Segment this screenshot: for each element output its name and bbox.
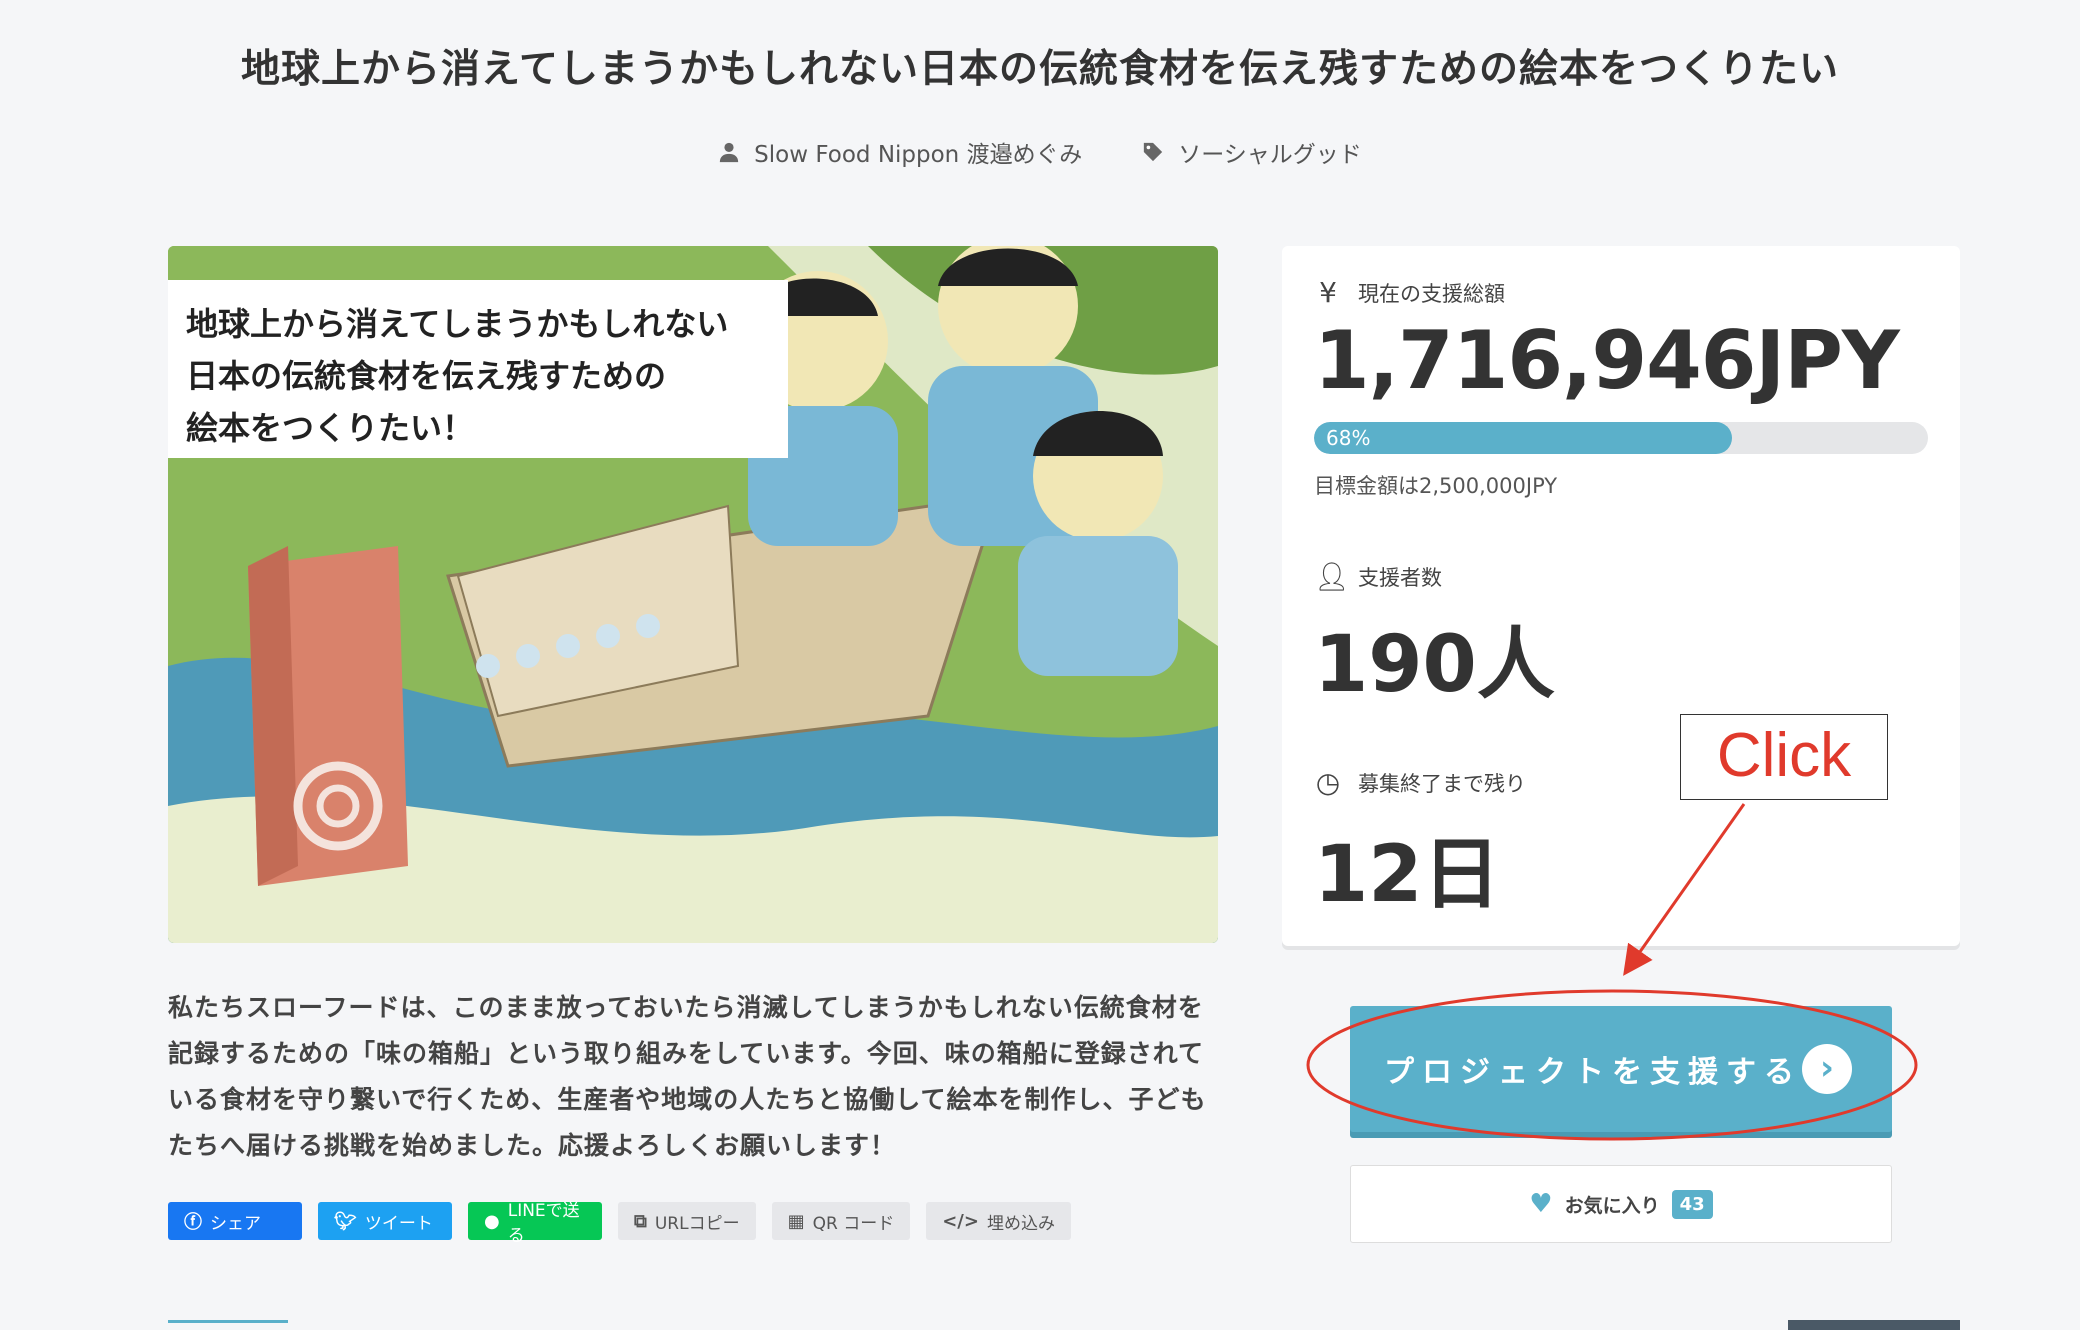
footer-block (1788, 1320, 1960, 1330)
favorite-count-badge: 43 (1671, 1189, 1713, 1219)
qr-code-button[interactable]: ▦ QR コード (771, 1202, 911, 1240)
twitter-icon: 🐦︎ (334, 1210, 357, 1232)
facebook-share-button[interactable]: ⓕ シェア (168, 1202, 302, 1240)
url-copy-label: URLコピー (654, 1213, 740, 1234)
heart-icon: ♥ (1529, 1189, 1553, 1219)
backers-label: 支援者数 (1358, 565, 1442, 590)
progress-fill: 68% (1314, 422, 1732, 454)
embed-button[interactable]: </> 埋め込み (926, 1202, 1071, 1240)
copy-icon: ⧉ (634, 1210, 647, 1232)
amount-value: 1,716,946JPY (1314, 314, 1900, 407)
share-bar: ⓕ シェア 🐦︎ ツイート ● LINEで送る ⧉ URLコピー ▦ QR コー… (168, 1201, 1071, 1246)
amount-label: 現在の支援総額 (1358, 281, 1505, 306)
project-meta: Slow Food Nippon 渡邉めぐみ ソーシャルグッド (0, 135, 2080, 169)
code-icon: </> (942, 1210, 979, 1232)
line-icon: ● (484, 1210, 500, 1232)
caption-line-3: 絵本をつくりたい！ (186, 409, 475, 447)
qr-label: QR コード (812, 1213, 895, 1234)
favorite-label: お気に入り (1564, 1194, 1660, 1217)
backers-value: 190人 (1314, 620, 1555, 710)
category-link[interactable]: ソーシャルグッド (1142, 135, 1362, 169)
yen-icon: ¥ (1319, 276, 1337, 309)
page-title: 地球上から消えてしまうかもしれない日本の伝統食材を伝え残すための絵本をつくりたい (240, 47, 1840, 92)
author-link[interactable]: Slow Food Nippon 渡邉めぐみ (718, 135, 1082, 169)
image-caption: 地球上から消えてしまうかもしれない 日本の伝統食材を伝え残すための 絵本をつくり… (168, 280, 788, 458)
click-annotation: Click (1680, 714, 1888, 800)
tag-icon (1144, 142, 1163, 162)
chevron-right-icon: › (1802, 1044, 1852, 1094)
goal-text: 目標金額は2,500,000JPY (1314, 474, 1558, 498)
user-icon (720, 142, 739, 163)
support-project-button[interactable]: プロジェクトを支援する › (1350, 1006, 1892, 1132)
url-copy-button[interactable]: ⧉ URLコピー (618, 1202, 756, 1240)
stats-card: ¥ 現在の支援総額 1,716,946JPY 68% 目標金額は2,500,00… (1282, 246, 1960, 946)
backers-label-row: 👤︎ 支援者数 (1314, 560, 1442, 593)
project-description: 私たちスローフードは、このまま放っておいたら消滅してしまうかもしれない伝統食材を… (168, 993, 1207, 1160)
user-icon: 👤︎ (1314, 560, 1350, 593)
project-image: 地球上から消えてしまうかもしれない 日本の伝統食材を伝え残すための 絵本をつくり… (168, 246, 1218, 943)
clock-icon: ◷ (1315, 766, 1341, 799)
support-label: プロジェクトを支援する (1384, 1055, 1802, 1090)
caption-line-1: 地球上から消えてしまうかもしれない (186, 305, 729, 343)
embed-label: 埋め込み (986, 1213, 1055, 1234)
remaining-label: 募集終了まで残り (1358, 771, 1526, 796)
favorite-button[interactable]: ♥ お気に入り 43 (1350, 1165, 1892, 1243)
tweet-button[interactable]: 🐦︎ ツイート (318, 1202, 452, 1240)
caption-line-2: 日本の伝統食材を伝え残すための (186, 357, 667, 395)
tweet-label: ツイート (364, 1213, 433, 1234)
author-name: Slow Food Nippon 渡邉めぐみ (754, 142, 1083, 168)
progress-bar: 68% (1314, 422, 1928, 454)
remaining-value: 12日 (1314, 830, 1501, 920)
tab-indicator (168, 1320, 288, 1323)
category-name: ソーシャルグッド (1178, 142, 1362, 168)
facebook-label: シェア (210, 1213, 261, 1234)
remaining-label-row: ◷ 募集終了まで残り (1314, 766, 1526, 799)
qr-icon: ▦ (787, 1210, 805, 1232)
amount-label-row: ¥ 現在の支援総額 (1314, 276, 1505, 309)
line-label: LINEで送る (507, 1201, 580, 1246)
facebook-icon: ⓕ (184, 1212, 202, 1233)
line-share-button[interactable]: ● LINEで送る (468, 1201, 602, 1246)
